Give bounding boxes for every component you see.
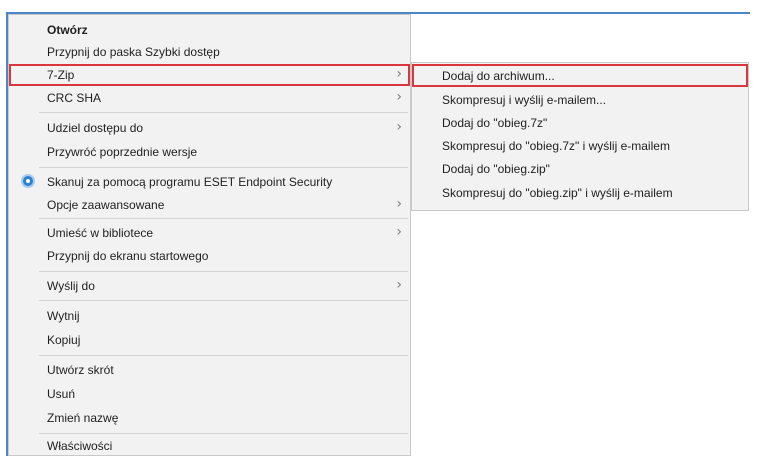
menu-item-label: Opcje zaawansowane <box>47 198 165 212</box>
menu-item-label: 7-Zip <box>47 68 75 82</box>
menu-item-send-to[interactable]: Wyślij do › <box>9 275 410 297</box>
submenu-item-add-7z[interactable]: Dodaj do "obieg.7z" <box>412 111 748 134</box>
menu-item-label: Usuń <box>47 387 76 401</box>
submenu-item-compress-email[interactable]: Skompresuj i wyślij e-mailem... <box>412 88 748 111</box>
submenu-item-label: Dodaj do archiwum... <box>442 69 555 83</box>
menu-item-label: Wyślij do <box>47 279 95 293</box>
menu-item-properties[interactable]: Właściwości <box>9 435 410 457</box>
submenu-item-label: Dodaj do "obieg.zip" <box>442 162 550 176</box>
menu-item-label: Udziel dostępu do <box>47 121 144 135</box>
menu-item-label: CRC SHA <box>47 91 102 105</box>
menu-item-rename[interactable]: Zmień nazwę <box>9 407 410 429</box>
menu-item-label: Zmień nazwę <box>47 411 119 425</box>
menu-item-include-library[interactable]: Umieść w bibliotece › <box>9 222 410 244</box>
menu-item-create-shortcut[interactable]: Utwórz skrót <box>9 359 410 381</box>
menu-item-copy[interactable]: Kopiuj <box>9 329 410 351</box>
chevron-right-icon: › <box>396 196 402 212</box>
menu-item-delete[interactable]: Usuń <box>9 383 410 405</box>
menu-separator <box>39 271 408 272</box>
menu-item-restore-versions[interactable]: Przywróć poprzednie wersje <box>9 141 410 163</box>
menu-item-label: Umieść w bibliotece <box>47 226 154 240</box>
eset-shield-icon <box>21 174 35 188</box>
chevron-right-icon: › <box>396 119 402 135</box>
7zip-submenu: Dodaj do archiwum... Skompresuj i wyślij… <box>411 62 749 211</box>
context-menu: Otwórz Przypnij do paska Szybki dostęp 7… <box>8 14 411 456</box>
submenu-item-add-to-archive[interactable]: Dodaj do archiwum... <box>412 64 748 87</box>
submenu-item-compress-zip-email[interactable]: Skompresuj do "obieg.zip" i wyślij e-mai… <box>412 181 748 204</box>
menu-item-pin-quick-access[interactable]: Przypnij do paska Szybki dostęp <box>9 41 410 63</box>
submenu-item-label: Skompresuj do "obieg.zip" i wyślij e-mai… <box>442 186 673 200</box>
menu-separator <box>39 433 408 434</box>
submenu-item-compress-7z-email[interactable]: Skompresuj do "obieg.7z" i wyślij e-mail… <box>412 134 748 157</box>
submenu-item-add-zip[interactable]: Dodaj do "obieg.zip" <box>412 157 748 180</box>
menu-separator <box>39 300 408 301</box>
submenu-item-label: Skompresuj i wyślij e-mailem... <box>442 93 607 107</box>
chevron-right-icon: › <box>396 89 402 105</box>
menu-item-cut[interactable]: Wytnij <box>9 305 410 327</box>
menu-item-label: Kopiuj <box>47 333 81 347</box>
submenu-item-label: Dodaj do "obieg.7z" <box>442 116 548 130</box>
menu-separator <box>39 355 408 356</box>
menu-item-label: Właściwości <box>47 439 113 453</box>
menu-item-open[interactable]: Otwórz <box>9 19 410 41</box>
menu-item-crc-sha[interactable]: CRC SHA › <box>9 87 410 109</box>
chevron-right-icon: › <box>396 66 402 82</box>
chevron-right-icon: › <box>396 224 402 240</box>
menu-item-pin-start[interactable]: Przypnij do ekranu startowego <box>9 245 410 267</box>
menu-separator <box>39 112 408 113</box>
menu-item-label: Utwórz skrót <box>47 363 114 377</box>
menu-item-label: Otwórz <box>47 23 88 37</box>
menu-item-label: Przywróć poprzednie wersje <box>47 145 198 159</box>
submenu-item-label: Skompresuj do "obieg.7z" i wyślij e-mail… <box>442 139 670 153</box>
menu-item-label: Przypnij do ekranu startowego <box>47 249 209 263</box>
menu-item-advanced-options[interactable]: Opcje zaawansowane › <box>9 194 410 216</box>
menu-separator <box>39 167 408 168</box>
menu-item-label: Wytnij <box>47 309 80 323</box>
menu-separator <box>39 218 408 219</box>
menu-item-label: Skanuj za pomocą programu ESET Endpoint … <box>47 175 333 189</box>
chevron-right-icon: › <box>396 277 402 293</box>
menu-item-eset-scan[interactable]: Skanuj za pomocą programu ESET Endpoint … <box>9 171 410 193</box>
menu-item-label: Przypnij do paska Szybki dostęp <box>47 45 220 59</box>
menu-item-give-access[interactable]: Udziel dostępu do › <box>9 117 410 139</box>
menu-item-7zip[interactable]: 7-Zip › <box>9 64 410 86</box>
